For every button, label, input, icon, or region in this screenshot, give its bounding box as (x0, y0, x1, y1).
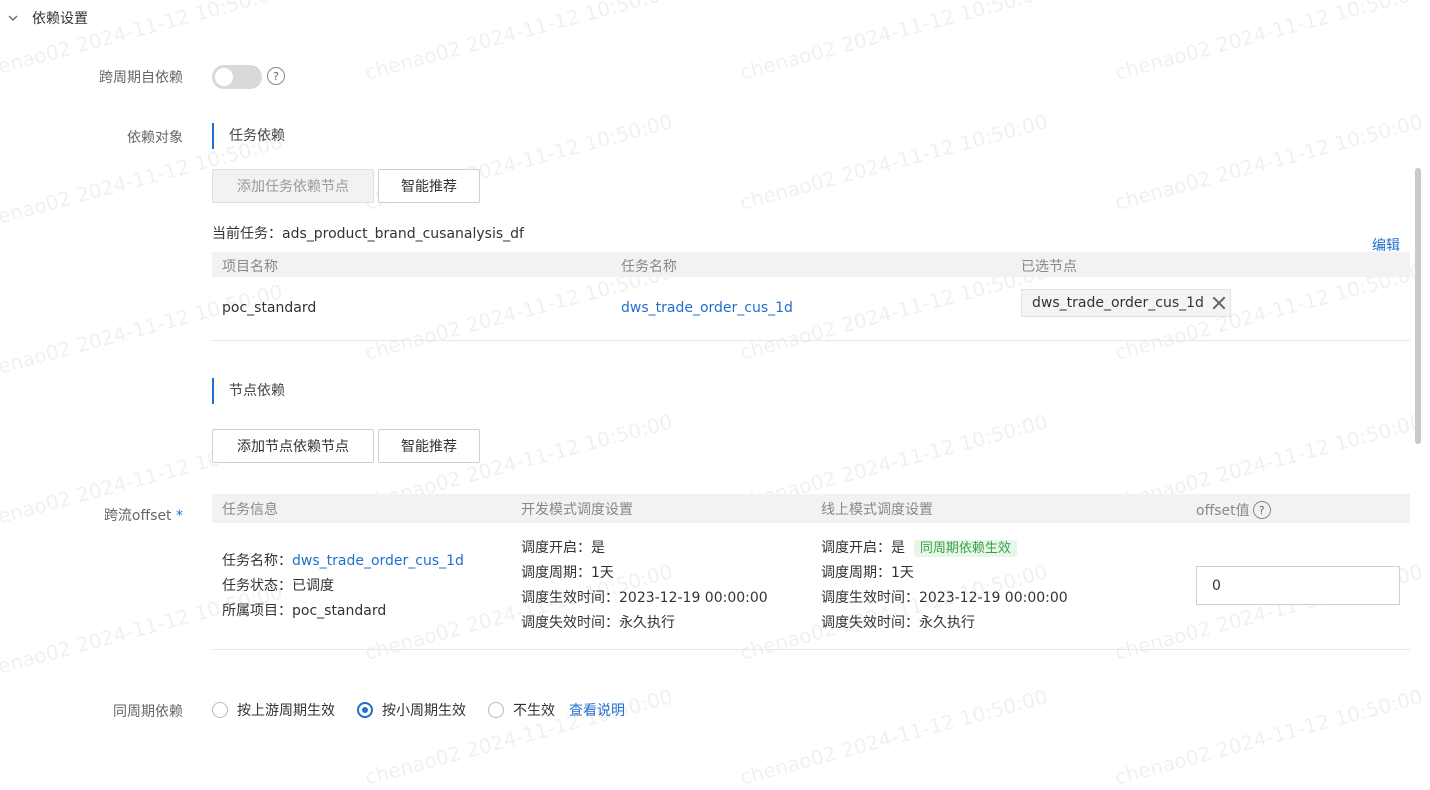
task-name-link[interactable]: dws_trade_order_cus_1d (292, 553, 464, 569)
dev-enabled: 调度开启：是 (521, 540, 605, 556)
toggle-knob (215, 68, 233, 86)
task-dependency-heading: 任务依赖 (212, 123, 285, 149)
column-header: 项目名称 (222, 259, 278, 275)
row-project: poc_standard (222, 300, 317, 316)
watermark-text: chenao02 2024-11-12 10:50:00 (737, 0, 1051, 85)
offset-label: 跨流offset * (8, 505, 183, 525)
task-status-value: 已调度 (292, 578, 334, 594)
offset-label-text: 跨流offset (103, 508, 172, 524)
selected-node-tag: dws_trade_order_cus_1d (1021, 289, 1231, 317)
column-header: 开发模式调度设置 (521, 502, 633, 518)
dev-schedule-cell: 调度开启：是 调度周期：1天 调度生效时间：2023-12-19 00:00:0… (521, 536, 768, 636)
watermark-text: chenao02 2024-11-12 10:50:00 (737, 684, 1051, 790)
radio-button[interactable] (212, 702, 228, 718)
offset-value-input[interactable] (1196, 566, 1400, 605)
section-header[interactable]: 依赖设置 (8, 8, 88, 28)
cross-cycle-label: 跨周期自依赖 (99, 70, 183, 86)
scrollbar[interactable] (1415, 168, 1421, 444)
column-header: 已选节点 (1021, 259, 1077, 275)
view-explanation-link[interactable]: 查看说明 (569, 700, 625, 720)
prod-schedule-cell: 调度开启：是 同周期依赖生效 调度周期：1天 调度生效时间：2023-12-19… (821, 536, 1068, 636)
watermark-text: chenao02 2024-11-12 10:50:00 (1112, 109, 1426, 215)
required-mark: * (176, 508, 183, 524)
radio-label: 按小周期生效 (382, 703, 466, 719)
task-info-cell: 任务名称：dws_trade_order_cus_1d 任务状态：已调度 所属项… (222, 549, 464, 624)
section-title: 依赖设置 (32, 11, 88, 27)
dependency-target-label: 依赖对象 (127, 130, 183, 146)
radio-label: 按上游周期生效 (237, 703, 335, 719)
column-header: 线上模式调度设置 (821, 502, 933, 518)
help-icon[interactable]: ? (267, 67, 285, 85)
radio-button[interactable] (488, 702, 504, 718)
cross-cycle-toggle[interactable] (212, 65, 262, 89)
radio-not-effective[interactable]: 不生效 (488, 700, 555, 720)
watermark-text: chenao02 2024-11-12 10:50:00 (362, 0, 676, 85)
current-task: 当前任务：ads_product_brand_cusanalysis_df (212, 223, 524, 243)
row-task-link[interactable]: dws_trade_order_cus_1d (621, 300, 793, 316)
radio-upstream-cycle[interactable]: 按上游周期生效 (212, 700, 335, 720)
task-dependency-table-header: 项目名称 任务名称 已选节点 (212, 252, 1410, 277)
watermark-text: chenao02 2024-11-12 10:50:00 (1112, 0, 1426, 85)
offset-column-header: offset值 ? (1196, 500, 1271, 520)
prod-enabled: 调度开启：是 (821, 540, 905, 556)
task-project-label: 所属项目： (222, 603, 292, 619)
table-divider (212, 340, 1410, 341)
watermark-text: chenao02 2024-11-12 10:50:00 (737, 109, 1051, 215)
task-name-label: 任务名称： (222, 553, 292, 569)
selected-node-label: dws_trade_order_cus_1d (1032, 295, 1204, 311)
watermark-text: chenao02 2024-11-12 10:50:00 (1112, 684, 1426, 790)
table-divider (212, 649, 1410, 650)
prod-expire: 调度失效时间：永久执行 (821, 615, 975, 631)
watermark-text: chenao02 2024-11-12 10:50:00 (0, 279, 286, 385)
column-header: 任务名称 (621, 259, 677, 275)
close-icon[interactable] (1212, 296, 1226, 310)
radio-small-cycle[interactable]: 按小周期生效 (357, 700, 466, 720)
current-task-label: 当前任务： (212, 226, 282, 242)
prod-effective: 调度生效时间：2023-12-19 00:00:00 (821, 590, 1068, 606)
add-task-dependency-button[interactable]: 添加任务依赖节点 (212, 169, 374, 203)
smart-recommend-button[interactable]: 智能推荐 (378, 429, 480, 463)
dev-effective: 调度生效时间：2023-12-19 00:00:00 (521, 590, 768, 606)
radio-button-selected[interactable] (357, 702, 373, 718)
node-dependency-heading: 节点依赖 (212, 378, 285, 404)
same-cycle-radio-group: 按上游周期生效 按小周期生效 不生效 查看说明 (212, 700, 625, 720)
radio-label: 不生效 (513, 703, 555, 719)
help-icon[interactable]: ? (1252, 501, 1271, 519)
offset-table-header: 任务信息 开发模式调度设置 线上模式调度设置 offset值 ? (212, 494, 1410, 523)
status-badge: 同周期依赖生效 (913, 540, 1017, 557)
dev-expire: 调度失效时间：永久执行 (521, 615, 675, 631)
task-status-label: 任务状态： (222, 578, 292, 594)
add-node-dependency-button[interactable]: 添加节点依赖节点 (212, 429, 374, 463)
chevron-down-icon (8, 15, 18, 21)
column-header: 任务信息 (222, 502, 278, 518)
current-task-value: ads_product_brand_cusanalysis_df (282, 226, 524, 242)
column-header: offset值 (1196, 503, 1250, 519)
task-project-value: poc_standard (292, 603, 387, 619)
dev-cycle: 调度周期：1天 (521, 565, 614, 581)
same-cycle-label: 同周期依赖 (113, 704, 183, 720)
smart-recommend-button[interactable]: 智能推荐 (378, 169, 480, 203)
prod-cycle: 调度周期：1天 (821, 565, 914, 581)
